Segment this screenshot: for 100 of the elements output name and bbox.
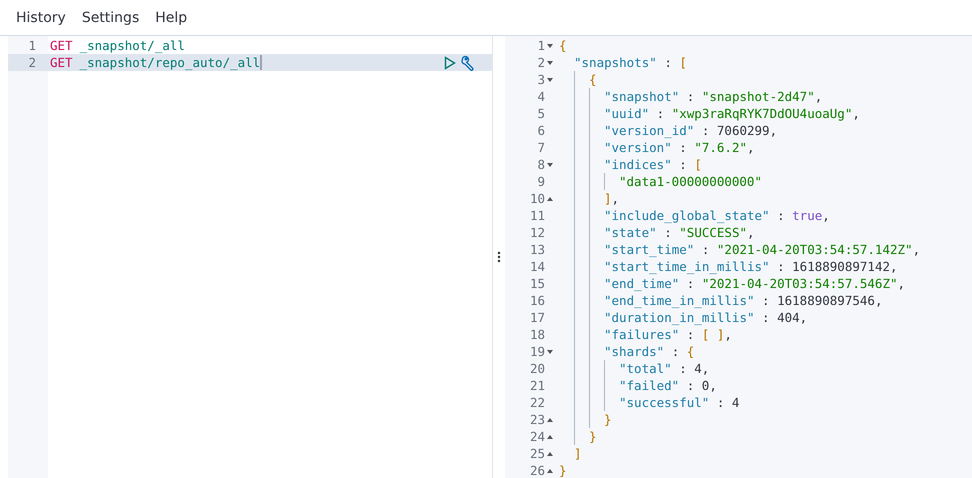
code-token: 1618890897142: [792, 258, 890, 275]
code-line[interactable]: 1 GET _snapshot/_all: [8, 37, 492, 54]
code-token: "indices": [604, 156, 672, 173]
code-token: ,: [770, 122, 778, 139]
code-token: ,: [747, 224, 755, 241]
code-token: :: [663, 54, 673, 71]
resize-handle-icon[interactable]: [497, 251, 501, 263]
code-token: {: [589, 71, 597, 88]
menu-item[interactable]: Settings: [74, 10, 148, 26]
request-path: _snapshot/_all: [80, 37, 185, 54]
code-token: true: [792, 207, 822, 224]
code-token: :: [670, 343, 680, 360]
line-number: 7: [537, 139, 545, 156]
code-token: "end_time_in_millis": [604, 292, 755, 309]
code-token: ,: [890, 258, 898, 275]
fold-down-icon[interactable]: [547, 78, 553, 82]
code-token: :: [678, 156, 688, 173]
code-token: }: [559, 462, 567, 478]
fold-up-icon[interactable]: [547, 418, 553, 422]
code-token: "total": [619, 360, 672, 377]
fold-up-icon[interactable]: [547, 196, 553, 200]
line-number: 13: [530, 241, 545, 258]
fold-down-icon[interactable]: [547, 162, 553, 166]
http-method: GET: [50, 54, 73, 71]
line-number: 12: [530, 224, 545, 241]
code-token: ,: [800, 309, 808, 326]
code-token: :: [656, 105, 666, 122]
code-token: "start_time": [604, 241, 694, 258]
line-number: 16: [530, 292, 545, 309]
code-token: :: [678, 360, 688, 377]
code-token: ]: [574, 445, 582, 462]
code-token: "end_time": [604, 275, 680, 292]
code-token: [: [679, 54, 687, 71]
fold-up-icon[interactable]: [547, 468, 553, 472]
line-number: 5: [537, 105, 545, 122]
line-number: 18: [530, 326, 545, 343]
line-number: 4: [537, 88, 545, 105]
code-token: "2021-04-20T03:54:57.546Z": [702, 275, 898, 292]
code-token: :: [686, 326, 696, 343]
line-number: 17: [530, 309, 545, 326]
code-token: [: [694, 156, 702, 173]
code-token: 4: [732, 394, 740, 411]
code-token: "snapshot": [604, 88, 680, 105]
menu-item[interactable]: Help: [147, 10, 196, 26]
code-token: :: [678, 139, 688, 156]
code-token: "uuid": [604, 105, 650, 122]
fold-up-icon[interactable]: [547, 434, 553, 438]
fold-down-icon[interactable]: [547, 350, 553, 354]
code-token: 0: [702, 377, 710, 394]
code-token: }: [604, 411, 612, 428]
code-token: ,: [822, 207, 830, 224]
play-icon[interactable]: [444, 56, 456, 70]
code-token: "include_global_state": [604, 207, 770, 224]
line-number: 9: [537, 173, 545, 190]
code-token: "xwp3raRqRYK7DdOU4uoaUg": [672, 105, 852, 122]
code-token: ,: [852, 105, 860, 122]
text-cursor: [260, 55, 262, 70]
menu-item[interactable]: History: [8, 10, 74, 26]
line-number: 6: [537, 122, 545, 139]
code-token: 404: [777, 309, 800, 326]
code-token: "shards": [604, 343, 664, 360]
code-token: :: [686, 88, 696, 105]
line-number: 14: [530, 258, 545, 275]
code-token: "snapshot-2d47": [702, 88, 815, 105]
code-token: "snapshots": [574, 54, 657, 71]
code-token: "2021-04-20T03:54:57.142Z": [716, 241, 913, 258]
code-token: ,: [814, 88, 822, 105]
code-token: ,: [912, 241, 920, 258]
line-number: 21: [530, 377, 545, 394]
line-number: 2: [537, 54, 545, 71]
code-token: "duration_in_millis": [604, 309, 755, 326]
code-token: 4: [694, 360, 702, 377]
code-token: "state": [604, 224, 657, 241]
code-token: 1618890897546: [777, 292, 875, 309]
line-number: 1: [27, 37, 37, 54]
code-token: ,: [724, 326, 732, 343]
code-token: ,: [747, 139, 755, 156]
code-token: 7060299: [716, 122, 770, 139]
code-token: "version_id": [604, 122, 694, 139]
code-token: :: [716, 394, 726, 411]
line-number: 20: [530, 360, 545, 377]
code-token: "start_time_in_millis": [604, 258, 770, 275]
line-number: 22: [530, 394, 545, 411]
code-token: ,: [709, 377, 717, 394]
code-token: ,: [612, 190, 620, 207]
code-token: :: [663, 224, 673, 241]
code-token: "data1-00000000000": [619, 173, 762, 190]
code-token: "7.6.2": [694, 139, 747, 156]
line-number: 19: [530, 343, 545, 360]
request-path: _snapshot/repo_auto/_all: [80, 54, 260, 71]
line-number: 2: [27, 54, 37, 71]
line-number: 24: [530, 428, 545, 445]
fold-up-icon[interactable]: [547, 452, 553, 456]
line-number: 26: [530, 462, 545, 478]
code-token: {: [686, 343, 694, 360]
fold-down-icon[interactable]: [547, 44, 553, 48]
request-editor[interactable]: 1 GET _snapshot/_all 2 GET _snapshot/repo_auto/_all: [8, 36, 493, 478]
code-token: :: [761, 309, 771, 326]
fold-down-icon[interactable]: [547, 60, 553, 64]
code-token: ]: [604, 190, 612, 207]
